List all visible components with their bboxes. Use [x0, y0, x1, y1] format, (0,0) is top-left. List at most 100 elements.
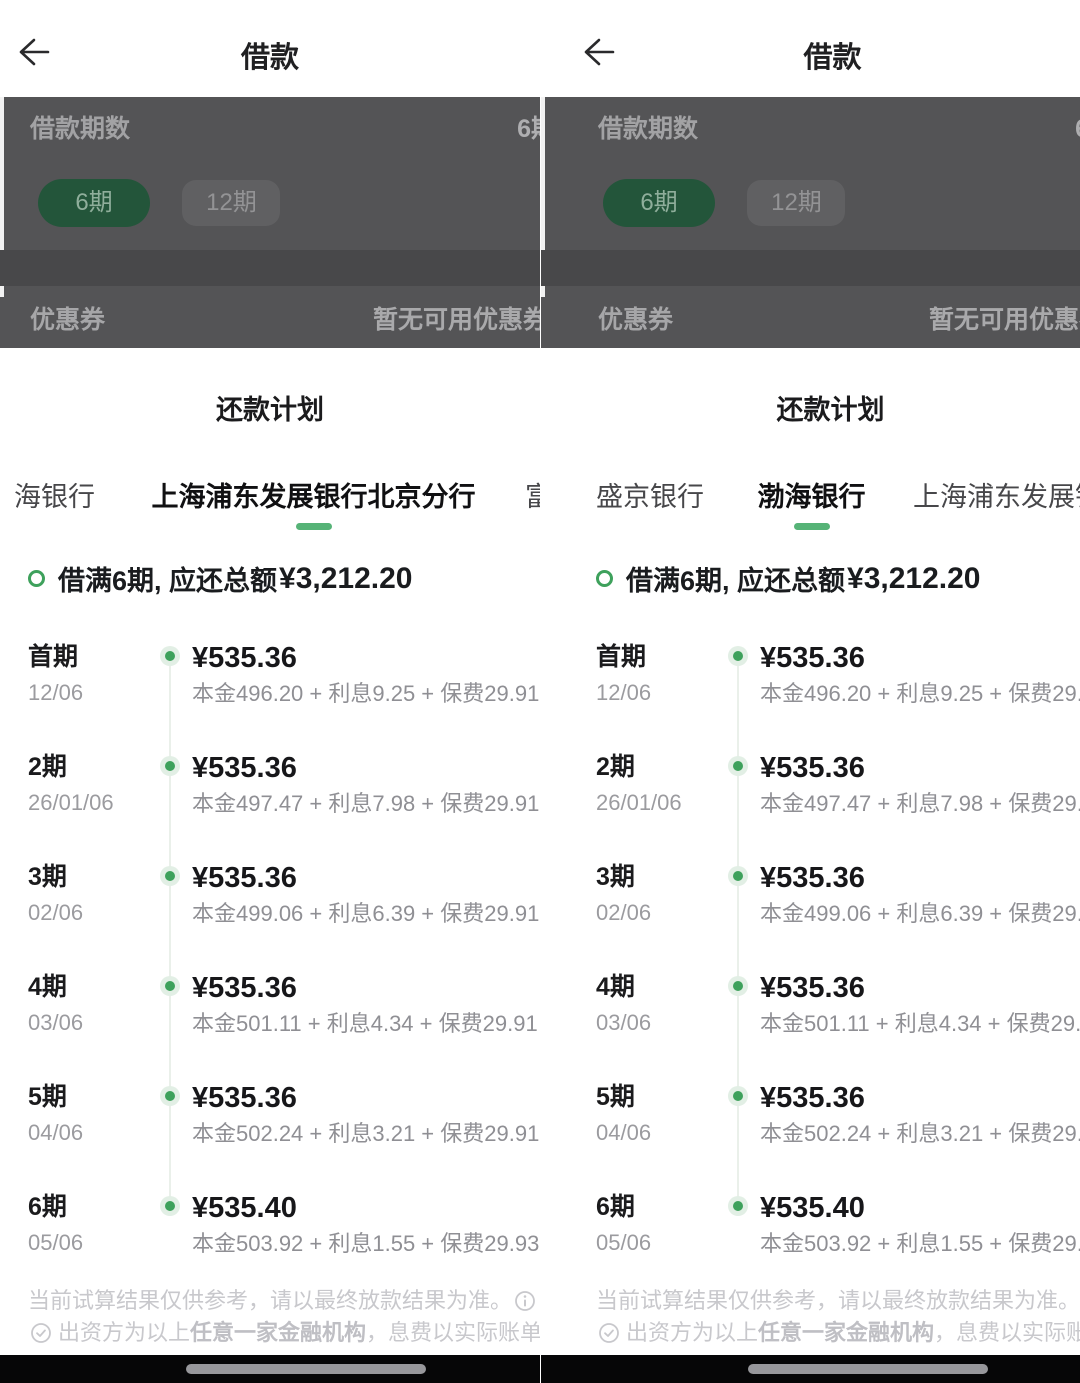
sheet-title: 还款计划	[0, 388, 540, 427]
due-date: 04/06	[28, 1120, 150, 1146]
timeline-dot-icon	[728, 756, 748, 776]
repayment-schedule-list: 首期 12/06 ¥535.36 本金496.20 + 利息9.25 + 保费2…	[541, 642, 1080, 1257]
installment-breakdown: 本金496.20 + 利息9.25 + 保费29.91	[192, 681, 540, 707]
repayment-plan-sheet: 还款计划 盛京银行 渤海银行 上海浦东发展银 借满6期, 应还总额 ¥3,212…	[541, 348, 1080, 1355]
timeline-dot-icon	[728, 866, 748, 886]
summary-amount: ¥3,212.20	[847, 562, 980, 596]
shield-check-icon	[598, 1322, 620, 1344]
schedule-row: 4期 03/06 ¥535.36 本金501.11 + 利息4.34 + 保费2…	[28, 972, 540, 1037]
timeline-cell	[718, 1192, 760, 1257]
term-label: 2期	[28, 752, 150, 782]
timeline-cell	[150, 1082, 192, 1147]
schedule-amount-cell: ¥535.36 本金499.06 + 利息6.39 + 保费29.91	[192, 862, 540, 927]
due-date: 05/06	[596, 1230, 718, 1256]
timeline-cell	[150, 752, 192, 817]
schedule-term-cell: 6期 05/06	[596, 1192, 718, 1256]
term-label: 3期	[596, 862, 718, 892]
bank-tab-selected[interactable]: 渤海银行	[758, 475, 866, 532]
home-indicator[interactable]	[748, 1364, 988, 1374]
period-option-6[interactable]: 6期	[38, 179, 150, 227]
app-bar: 借款	[0, 0, 540, 97]
page-title: 借款	[0, 34, 540, 76]
schedule-term-cell: 首期 12/06	[596, 642, 718, 706]
period-option-6[interactable]: 6期	[603, 179, 715, 227]
timeline-cell	[718, 752, 760, 817]
schedule-term-cell: 3期 02/06	[28, 862, 150, 926]
period-option-12[interactable]: 12期	[747, 180, 845, 226]
installment-amount: ¥535.40	[760, 1192, 1080, 1224]
summary-bullet-icon	[28, 570, 45, 587]
bank-tab-selected[interactable]: 上海浦东发展银行北京分行	[152, 475, 476, 532]
disclaimer: 当前试算结果仅供参考，请以最终放款结果为准。 出资方为以上 任意一家金融机构 ，…	[596, 1285, 1080, 1349]
installment-breakdown: 本金503.92 + 利息1.55 + 保费29.93	[192, 1231, 540, 1257]
installment-breakdown: 本金496.20 + 利息9.25 + 保费29.91	[760, 681, 1080, 707]
overlay-scrim[interactable]: 借款期数 6期 6期 12期 优惠券 暂无可用优惠券	[0, 97, 540, 348]
app-bar: 借款	[541, 0, 1080, 97]
installment-amount: ¥535.36	[760, 752, 1080, 784]
disclaimer-bold-text: 任意一家金融机构	[190, 1317, 366, 1349]
installment-amount: ¥535.36	[192, 642, 540, 674]
info-circle-icon[interactable]	[514, 1290, 536, 1312]
schedule-term-cell: 首期 12/06	[28, 642, 150, 706]
installment-breakdown: 本金501.11 + 利息4.34 + 保费29.91	[192, 1011, 540, 1037]
timeline-dot-icon	[160, 1086, 180, 1106]
term-label: 5期	[596, 1082, 718, 1112]
schedule-amount-cell: ¥535.36 本金497.47 + 利息7.98 + 保费29.91	[760, 752, 1080, 817]
coupon-row[interactable]: 优惠券 暂无可用优惠券	[541, 300, 1080, 332]
disclaimer-text-2: 出资方为以上	[626, 1317, 758, 1349]
due-date: 26/01/06	[596, 790, 718, 816]
schedule-row: 6期 05/06 ¥535.40 本金503.92 + 利息1.55 + 保费2…	[28, 1192, 540, 1257]
schedule-amount-cell: ¥535.36 本金497.47 + 利息7.98 + 保费29.91	[192, 752, 540, 817]
installment-amount: ¥535.36	[192, 862, 540, 894]
installment-breakdown: 本金499.06 + 利息6.39 + 保费29.91	[192, 901, 540, 927]
disclaimer-line-1: 当前试算结果仅供参考，请以最终放款结果为准。	[596, 1285, 1080, 1317]
summary-text: 借满6期, 应还总额	[626, 559, 845, 598]
schedule-amount-cell: ¥535.36 本金496.20 + 利息9.25 + 保费29.91	[192, 642, 540, 707]
coupon-label: 优惠券	[30, 300, 105, 336]
installment-amount: ¥535.36	[760, 1082, 1080, 1114]
home-bar	[541, 1355, 1080, 1383]
schedule-term-cell: 4期 03/06	[596, 972, 718, 1036]
schedule-term-cell: 5期 04/06	[596, 1082, 718, 1146]
due-date: 03/06	[596, 1010, 718, 1036]
sheet-title: 还款计划	[561, 388, 1080, 427]
home-indicator[interactable]	[186, 1364, 426, 1374]
schedule-row: 2期 26/01/06 ¥535.36 本金497.47 + 利息7.98 + …	[596, 752, 1080, 817]
overlay-scrim[interactable]: 借款期数 6期 6期 12期 优惠券 暂无可用优惠券	[541, 97, 1080, 348]
bank-tab[interactable]: 盛京银行	[596, 475, 704, 532]
screenshot-panel-right: 借款 借款期数 6期 6期 12期 优惠券 暂无可用优惠券 还款计划 盛京银行 …	[540, 0, 1080, 1383]
term-label: 6期	[596, 1192, 718, 1222]
period-options: 6期 12期	[603, 179, 845, 227]
term-label: 4期	[596, 972, 718, 1002]
disclaimer-text-2: 出资方为以上	[58, 1317, 190, 1349]
bank-tab[interactable]: 海银行	[14, 475, 95, 532]
coupon-row[interactable]: 优惠券 暂无可用优惠券	[0, 300, 540, 332]
schedule-amount-cell: ¥535.40 本金503.92 + 利息1.55 + 保费29.93	[192, 1192, 540, 1257]
schedule-row: 首期 12/06 ¥535.36 本金496.20 + 利息9.25 + 保费2…	[28, 642, 540, 707]
summary-text: 借满6期, 应还总额	[58, 559, 277, 598]
timeline-dot-icon	[160, 756, 180, 776]
due-date: 05/06	[28, 1230, 150, 1256]
schedule-row: 5期 04/06 ¥535.36 本金502.24 + 利息3.21 + 保费2…	[596, 1082, 1080, 1147]
schedule-term-cell: 6期 05/06	[28, 1192, 150, 1256]
screenshot-panel-left: 借款 借款期数 6期 6期 12期 优惠券 暂无可用优惠券 还款计划 海银行 上…	[0, 0, 540, 1383]
timeline-dot-icon	[728, 1086, 748, 1106]
bank-tab[interactable]: 富	[525, 475, 540, 532]
bank-tab[interactable]: 上海浦东发展银	[913, 475, 1080, 532]
schedule-row: 3期 02/06 ¥535.36 本金499.06 + 利息6.39 + 保费2…	[596, 862, 1080, 927]
card-gap	[0, 250, 540, 286]
loan-periods-row: 借款期数 6期	[541, 109, 1080, 141]
repayment-schedule-list: 首期 12/06 ¥535.36 本金496.20 + 利息9.25 + 保费2…	[0, 642, 540, 1257]
loan-periods-value: 6期	[517, 109, 540, 145]
timeline-dot-icon	[160, 866, 180, 886]
schedule-term-cell: 5期 04/06	[28, 1082, 150, 1146]
disclaimer-line-1: 当前试算结果仅供参考，请以最终放款结果为准。	[28, 1285, 540, 1317]
period-option-12[interactable]: 12期	[182, 180, 280, 226]
summary-bullet-icon	[596, 570, 613, 587]
loan-periods-row: 借款期数 6期	[0, 109, 540, 141]
installment-breakdown: 本金502.24 + 利息3.21 + 保费29.91	[760, 1121, 1080, 1147]
timeline-dot-icon	[728, 976, 748, 996]
disclaimer-line-2: 出资方为以上 任意一家金融机构 ，息费以实际账单为	[28, 1317, 540, 1349]
schedule-term-cell: 3期 02/06	[596, 862, 718, 926]
card-gap	[541, 250, 1080, 286]
